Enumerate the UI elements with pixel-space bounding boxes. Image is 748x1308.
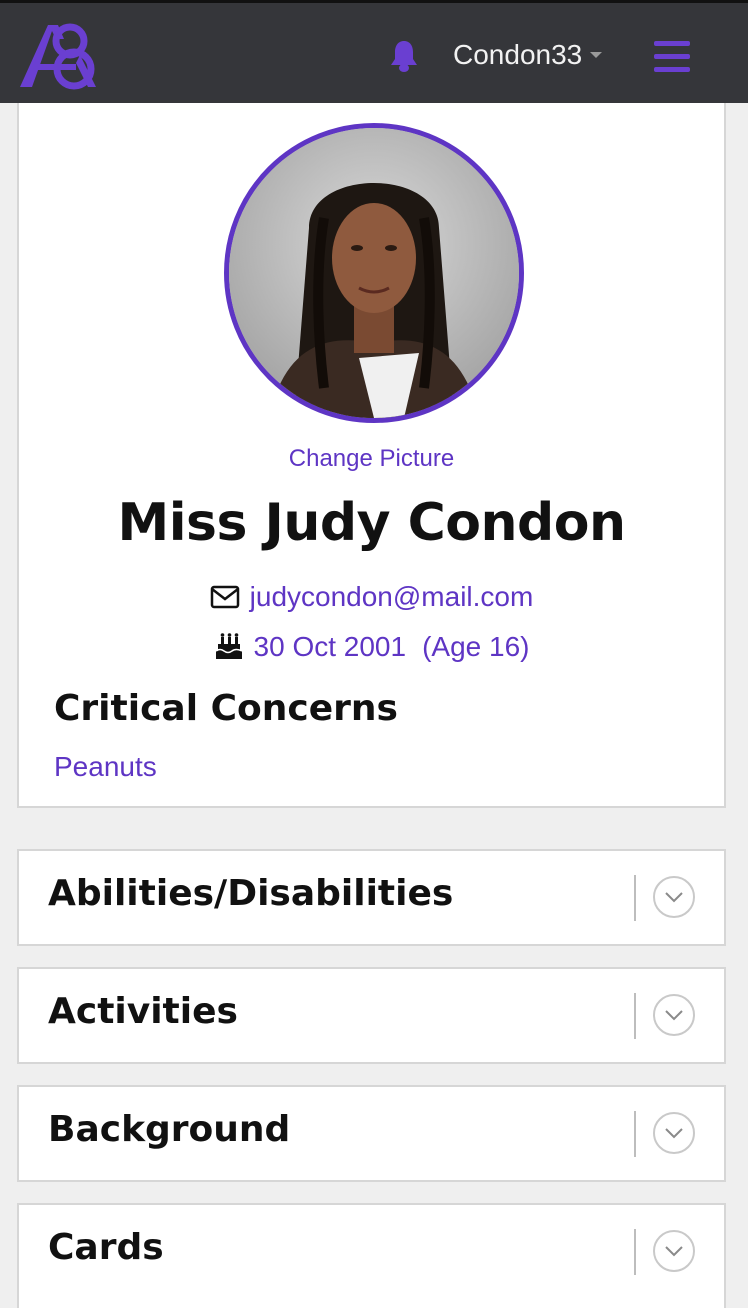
email-row: judycondon@mail.com [19,581,724,613]
birthday-row: 30 Oct 2001 (Age 16) [19,631,724,663]
avatar [224,123,524,423]
section-title: Abilities/Disabilities [48,873,454,914]
caret-down-icon [590,52,603,58]
section-activities[interactable]: Activities [17,967,726,1064]
user-dropdown[interactable]: Condon33 [453,35,603,75]
section-title: Activities [48,991,238,1032]
profile-name: Miss Judy Condon [117,493,626,553]
email-link[interactable]: judycondon@mail.com [250,581,534,613]
age-label: (Age 16) [422,631,530,662]
bell-icon[interactable] [388,39,420,73]
section-title: Cards [48,1227,164,1268]
top-navbar: Condon33 [0,0,748,103]
chevron-down-icon[interactable] [653,994,695,1036]
date-of-birth: 30 Oct 2001 [253,631,407,662]
change-picture-link[interactable]: Change Picture [19,445,724,473]
divider [634,1229,636,1275]
chevron-down-icon[interactable] [653,876,695,918]
profile-card: Change Picture Miss Judy Condon judycond… [17,103,726,808]
section-cards[interactable]: Cards [17,1203,726,1308]
username-label: Condon33 [453,39,583,70]
divider [634,993,636,1039]
birthday-cake-icon [214,633,244,661]
critical-concern-item[interactable]: Peanuts [54,751,157,783]
chevron-down-icon[interactable] [653,1112,695,1154]
divider [634,875,636,921]
section-background[interactable]: Background [17,1085,726,1182]
app-logo[interactable] [18,19,102,91]
logo-icon [20,23,96,90]
profile-photo [229,128,519,418]
section-abilities-disabilities[interactable]: Abilities/Disabilities [17,849,726,946]
divider [634,1111,636,1157]
envelope-icon [210,585,240,609]
chevron-down-icon[interactable] [653,1230,695,1272]
critical-concerns-heading: Critical Concerns [54,688,398,729]
section-title: Background [48,1109,291,1150]
hamburger-menu-icon[interactable] [654,41,690,73]
